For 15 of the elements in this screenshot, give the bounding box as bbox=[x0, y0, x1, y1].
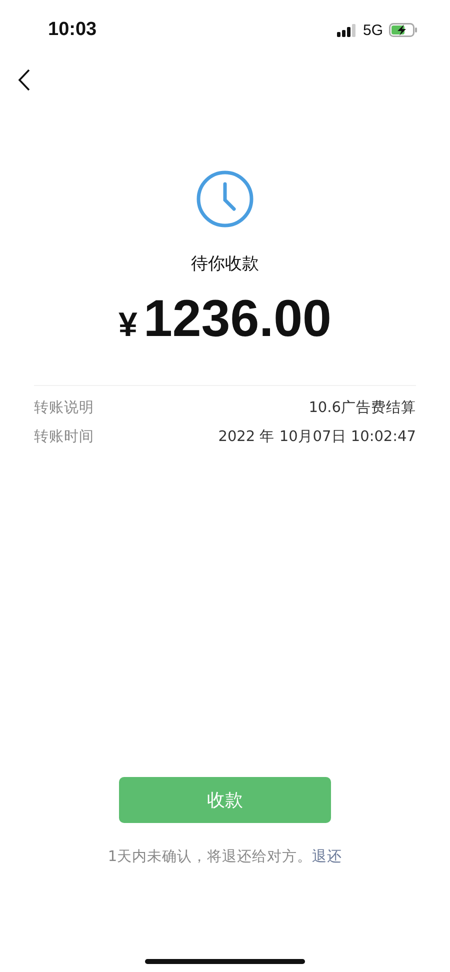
detail-value: 2022 年 10月07日 10:02:47 bbox=[218, 428, 416, 446]
currency-symbol: ¥ bbox=[118, 306, 138, 345]
amount: 1236.00 bbox=[143, 289, 332, 349]
refund-link[interactable]: 退还 bbox=[312, 849, 342, 865]
signal-icon bbox=[336, 24, 357, 36]
status-time: 10:03 bbox=[48, 19, 97, 41]
detail-label: 转账说明 bbox=[34, 399, 94, 417]
accept-button[interactable]: 收款 bbox=[119, 777, 331, 823]
network-label: 5G bbox=[362, 22, 383, 38]
refund-note: 1天内未确认，将退还给对方。退还 bbox=[108, 848, 342, 866]
battery-charging-icon bbox=[389, 23, 418, 37]
status-title: 待你收款 bbox=[191, 253, 259, 275]
clock-icon bbox=[196, 170, 254, 228]
detail-label: 转账时间 bbox=[34, 428, 94, 446]
detail-value: 10.6广告费结算 bbox=[308, 399, 416, 417]
